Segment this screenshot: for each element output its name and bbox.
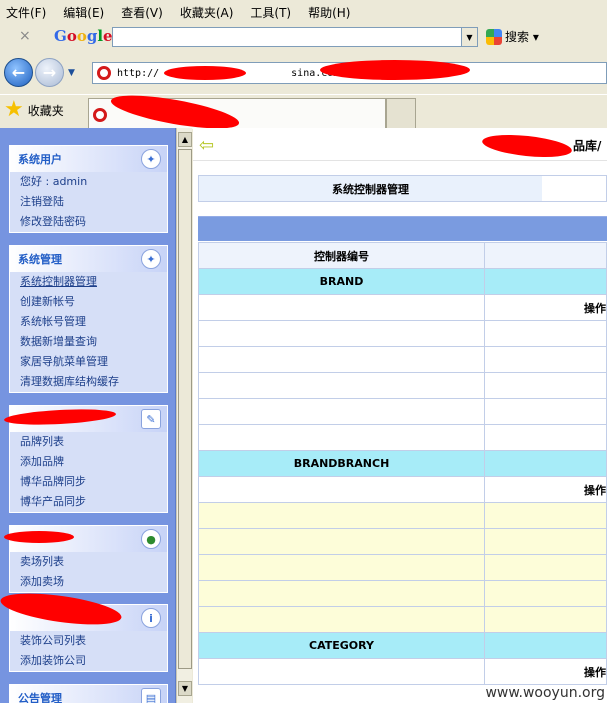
table-caption-bar xyxy=(198,216,607,241)
sidebar-item-brand-list[interactable]: 品牌列表 xyxy=(10,432,167,452)
history-dropdown-icon[interactable]: ▼ xyxy=(68,68,75,78)
redaction-mark xyxy=(164,66,246,80)
sidebar-item-decoration-company-list[interactable]: 装饰公司列表 xyxy=(10,631,167,651)
page-title-bar: 系统控制器管理 xyxy=(198,175,607,202)
scroll-down-icon[interactable]: ▼ xyxy=(178,681,192,696)
operation-label: 操作 xyxy=(484,658,607,685)
sidebar-item-data-increment-query[interactable]: 数据新增量查询 xyxy=(10,332,167,352)
page-title: 系统控制器管理 xyxy=(199,176,542,201)
google-search-input[interactable] xyxy=(112,27,462,47)
globe-icon: ● xyxy=(141,529,161,549)
sidebar-item-store-list[interactable]: 卖场列表 xyxy=(10,552,167,572)
panel-header[interactable]: 系统用户 ✦ xyxy=(10,146,167,172)
header-controller-id: 控制器编号 xyxy=(198,242,485,269)
sidebar-item-controller-management[interactable]: 系统控制器管理 xyxy=(10,272,167,292)
panel-header[interactable]: 公告管理 ▤ xyxy=(10,685,167,703)
operation-row: 操作 xyxy=(198,476,607,503)
operation-label: 操作 xyxy=(484,294,607,321)
main-content: ⇦ 品库/ 系统控制器管理 控制器编号 BRAND 操作 BRANDBRANCH xyxy=(193,128,607,703)
star-icon: ★ xyxy=(4,97,24,122)
sidebar-item-logout[interactable]: 注销登陆 xyxy=(10,192,167,212)
table-row xyxy=(198,502,607,529)
favorites-row: ★ 收藏夹 xyxy=(0,94,607,129)
sidebar-item-create-account[interactable]: 创建新帐号 xyxy=(10,292,167,312)
table-header-row: 控制器编号 xyxy=(198,242,607,269)
panel-header[interactable]: 系统管理 ✦ xyxy=(10,246,167,272)
sidebar-item-sync-product[interactable]: 博华产品同步 xyxy=(10,492,167,512)
google-search-button[interactable]: 搜索 ▾ xyxy=(486,28,539,45)
back-arrow-icon[interactable]: ⇦ xyxy=(199,135,214,156)
table-row xyxy=(198,606,607,633)
header-empty xyxy=(484,242,607,269)
menu-tools[interactable]: 工具(T) xyxy=(250,4,291,21)
google-logo: Google xyxy=(54,27,113,45)
forward-button[interactable]: → xyxy=(35,58,64,87)
table-row xyxy=(198,320,607,347)
table-row xyxy=(198,580,607,607)
tab-favicon-icon xyxy=(93,108,107,122)
table-row xyxy=(198,398,607,425)
top-right-text: 品库/ xyxy=(573,139,602,153)
google-search-label: 搜索 ▾ xyxy=(505,30,539,44)
section-label: CATEGORY xyxy=(198,632,485,659)
users-icon: ✦ xyxy=(141,149,161,169)
menu-edit[interactable]: 编辑(E) xyxy=(63,4,104,21)
site-favicon-icon xyxy=(97,66,111,80)
address-row: ← → ▼ http:// sina.com.cn/ xyxy=(0,54,607,92)
back-button[interactable]: ← xyxy=(4,58,33,87)
table-row xyxy=(198,372,607,399)
redaction-mark xyxy=(320,60,470,80)
sidebar-item-sync-brand[interactable]: 博华品牌同步 xyxy=(10,472,167,492)
operation-row: 操作 xyxy=(198,658,607,685)
section-row-brand: BRAND xyxy=(198,268,607,295)
panel-title: 系统用户 xyxy=(18,153,62,166)
settings-icon: ✦ xyxy=(141,249,161,269)
panel-system-user: 系统用户 ✦ 您好 : admin 注销登陆 修改登陆密码 xyxy=(9,145,168,233)
info-icon: i xyxy=(141,608,161,628)
table-row xyxy=(198,424,607,451)
section-label: BRAND xyxy=(198,268,485,295)
google-search-icon xyxy=(486,28,502,45)
controller-table: 控制器编号 BRAND 操作 BRANDBRANCH 操作 CATEGORY 操… xyxy=(198,242,607,685)
panel-announcement: 公告管理 ▤ xyxy=(9,684,168,703)
close-toolbar-icon[interactable]: × xyxy=(19,28,31,44)
sidebar-item-add-decoration-company[interactable]: 添加装饰公司 xyxy=(10,651,167,671)
favorites-button[interactable]: ★ 收藏夹 xyxy=(4,99,64,121)
new-tab-button[interactable] xyxy=(386,98,416,129)
menu-file[interactable]: 文件(F) xyxy=(6,4,46,21)
menu-bar: 文件(F) 编辑(E) 查看(V) 收藏夹(A) 工具(T) 帮助(H) xyxy=(0,0,607,24)
google-toolbar: × Google ▼ 搜索 ▾ xyxy=(0,24,607,50)
sidebar-item-account-management[interactable]: 系统帐号管理 xyxy=(10,312,167,332)
scrollbar-thumb[interactable] xyxy=(178,149,192,669)
panel-title: 系统管理 xyxy=(18,253,62,266)
sidebar-item-add-brand[interactable]: 添加品牌 xyxy=(10,452,167,472)
url-prefix: http:// xyxy=(117,67,160,79)
panel-title: 公告管理 xyxy=(18,692,62,703)
edit-icon: ✎ xyxy=(141,409,161,429)
sidebar-item-greeting: 您好 : admin xyxy=(20,175,88,188)
menu-favorites[interactable]: 收藏夹(A) xyxy=(180,4,234,21)
sidebar-item-change-password[interactable]: 修改登陆密码 xyxy=(10,212,167,232)
table-row xyxy=(198,528,607,555)
watermark: www.wooyun.org xyxy=(485,685,605,701)
panel-system-management: 系统管理 ✦ 系统控制器管理 创建新帐号 系统帐号管理 数据新增量查询 家居导航… xyxy=(9,245,168,393)
section-row-brandbranch: BRANDBRANCH xyxy=(198,450,607,477)
sidebar-scrollbar[interactable]: ▲ ▼ xyxy=(176,128,192,703)
section-label: BRANDBRANCH xyxy=(198,450,485,477)
section-row-category: CATEGORY xyxy=(198,632,607,659)
redaction-mark xyxy=(4,531,74,543)
menu-help[interactable]: 帮助(H) xyxy=(308,4,350,21)
sidebar-item-add-store[interactable]: 添加卖场 xyxy=(10,572,167,592)
operation-row: 操作 xyxy=(198,294,607,321)
sidebar-item-nav-menu-management[interactable]: 家居导航菜单管理 xyxy=(10,352,167,372)
operation-label: 操作 xyxy=(484,476,607,503)
table-row xyxy=(198,554,607,581)
table-row xyxy=(198,346,607,373)
favorites-label: 收藏夹 xyxy=(27,103,64,118)
menu-view[interactable]: 查看(V) xyxy=(121,4,163,21)
folder-icon: ▤ xyxy=(141,688,161,703)
sidebar-item-clear-db-cache[interactable]: 清理数据库结构缓存 xyxy=(10,372,167,392)
scroll-up-icon[interactable]: ▲ xyxy=(178,132,192,147)
google-search-dropdown[interactable]: ▼ xyxy=(462,27,478,47)
